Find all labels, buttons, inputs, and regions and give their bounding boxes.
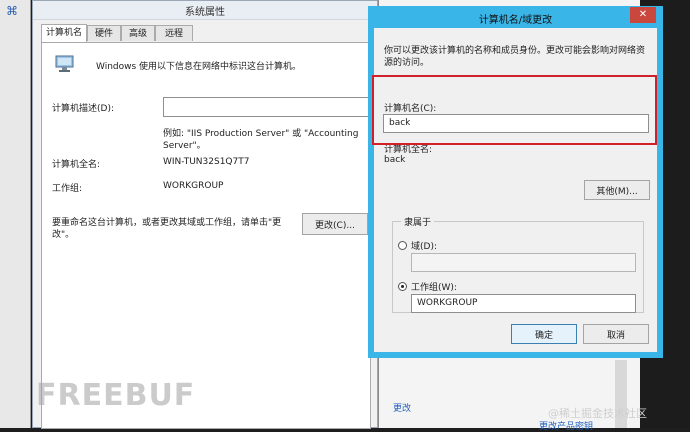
computer-icon bbox=[55, 55, 74, 72]
freebuf-watermark: FREEBUF bbox=[36, 378, 196, 413]
workgroup-input[interactable]: WORKGROUP bbox=[411, 294, 636, 313]
full-name-label: 计算机全名: bbox=[52, 160, 101, 170]
change-button[interactable]: 更改(C)... bbox=[302, 213, 368, 235]
computer-name-change-dialog: 计算机名/域更改 ✕ 你可以更改该计算机的名称和成员身份。更改可能会影响对网络资… bbox=[368, 6, 663, 358]
app-icon: ⌘ bbox=[6, 4, 18, 18]
change-link[interactable]: 更改 bbox=[393, 401, 411, 414]
rename-instructions-line1: 要重命名这台计算机，或者更改其域或工作组，请单击"更 bbox=[52, 218, 282, 228]
description-label: 计算机描述(D): bbox=[52, 104, 114, 114]
juejin-watermark: @稀土掘金技术社区 bbox=[548, 407, 647, 420]
ok-button[interactable]: 确定 bbox=[511, 324, 577, 344]
workgroup-radio[interactable] bbox=[398, 282, 407, 291]
dialog-intro-line2: 源的访问。 bbox=[384, 58, 430, 68]
tab-remote[interactable]: 远程 bbox=[155, 25, 193, 41]
member-of-legend: 隶属于 bbox=[401, 215, 435, 228]
window-title: 系统属性 bbox=[185, 7, 225, 18]
desktop-strip: ⌘ bbox=[0, 0, 31, 428]
domain-radio[interactable] bbox=[398, 241, 407, 250]
computer-name-panel: Windows 使用以下信息在网络中标识这台计算机。 计算机描述(D): 例如:… bbox=[41, 42, 371, 429]
rename-instructions-line2: 改"。 bbox=[52, 230, 75, 240]
cancel-button[interactable]: 取消 bbox=[583, 324, 649, 344]
example-text-line2: Server"。 bbox=[163, 141, 206, 151]
full-name-value: back bbox=[384, 155, 406, 165]
computer-description-input[interactable] bbox=[163, 97, 369, 117]
tab-advanced[interactable]: 高级 bbox=[121, 25, 155, 41]
intro-text: Windows 使用以下信息在网络中标识这台计算机。 bbox=[96, 62, 302, 72]
domain-label: 域(D): bbox=[411, 242, 437, 252]
tab-computer-name[interactable]: 计算机名 bbox=[41, 24, 87, 42]
domain-input[interactable] bbox=[411, 253, 636, 272]
dialog-title: 计算机名/域更改 bbox=[478, 15, 553, 26]
member-of-group: 隶属于 域(D): 工作组(W): WORKGROUP bbox=[392, 215, 644, 313]
system-properties-window: 系统属性 计算机名 硬件 高级 远程 Windows 使用以下信息在网络中标识这… bbox=[32, 0, 378, 429]
close-icon[interactable]: ✕ bbox=[630, 7, 656, 23]
highlight-box bbox=[372, 75, 657, 145]
workgroup-label: 工作组: bbox=[52, 184, 83, 194]
other-button[interactable]: 其他(M)... bbox=[584, 180, 650, 200]
workgroup-label: 工作组(W): bbox=[411, 283, 457, 293]
full-name-value: WIN-TUN32S1Q7T7 bbox=[163, 157, 250, 167]
tab-hardware[interactable]: 硬件 bbox=[87, 25, 121, 41]
workgroup-value: WORKGROUP bbox=[163, 181, 224, 191]
